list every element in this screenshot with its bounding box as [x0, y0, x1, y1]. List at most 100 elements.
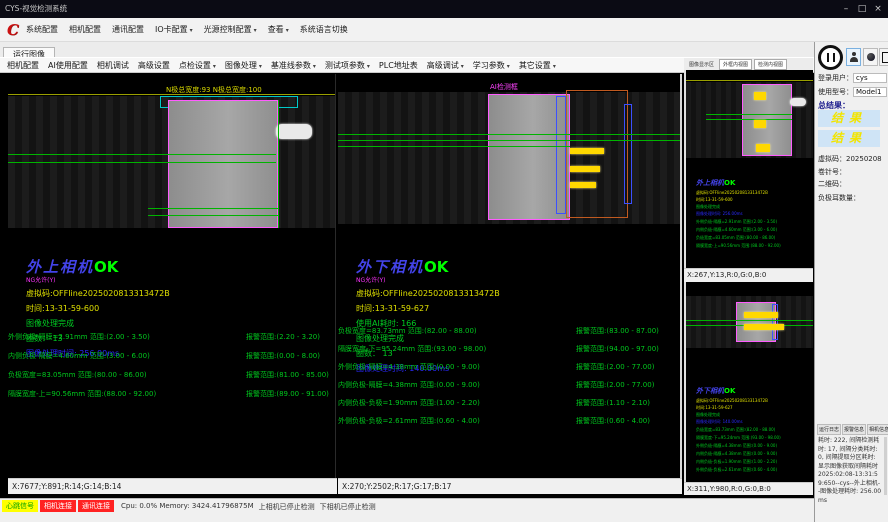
measure-line: [8, 162, 276, 163]
mini-tab-display-area[interactable]: 图像显示区: [686, 60, 717, 69]
measurement-list-upper: 外侧负极-隔膜=2.91mm 范围:(2.00 - 3.50) 报警范围:(2.…: [8, 332, 335, 408]
chevron-down-icon: ▾: [367, 63, 370, 70]
pause-button[interactable]: [818, 45, 843, 70]
pixel-readout-mini-lower: X:311,Y:980,R:0,G:0,B:0: [684, 482, 813, 495]
model-label: 使用型号：: [818, 88, 853, 96]
measurement-row: 内侧负极-负极=1.90mm 范围:(1.00 - 2.20) 报警范围:(1.…: [338, 398, 680, 416]
account-button[interactable]: [863, 48, 878, 66]
measurement-row: 内侧负极-隔膜=4.60mm 范围:(3.00 - 6.00) 报警范围:(0.…: [8, 351, 335, 370]
measurement-alarm-range: 报警范围:(0.00 - 8.00): [246, 351, 320, 361]
result-ok-badge: OK: [94, 258, 118, 276]
measure-line: [338, 146, 570, 147]
ai-detect-box: [566, 90, 628, 218]
mini-tab-outer-frame[interactable]: 外框内视图: [719, 59, 752, 70]
width-overlay-text: N极总宽度:93 N极总宽度:100: [166, 85, 262, 95]
tool-plc-address[interactable]: PLC地址表: [379, 60, 418, 71]
tool-baseline-params[interactable]: 基准线参数▾: [271, 60, 316, 71]
log-tab-run[interactable]: 运行日志: [817, 424, 841, 435]
virtual-code-row: 虚拟码：20250208: [818, 154, 882, 164]
highlight-label: [756, 144, 770, 152]
log-text: 耗时: 222, 间隔检测耗时: 17, 间隔分类耗时: 0, 间隔提取分区耗时…: [818, 437, 882, 505]
virtual-barcode: 虚拟码:OFFIine2025020813313472B: [26, 288, 326, 299]
virtual-barcode: 虚拟码:OFFIine2025020813313472B: [356, 288, 656, 299]
comm-connect-badge: 通讯连接: [78, 500, 114, 512]
part-connector: [790, 98, 806, 106]
measurement-row: 内侧负极-负极=1.90mm 范围:(1.00 - 2.20): [696, 459, 811, 465]
measurement-alarm-range: 报警范围:(2.00 - 77.00): [576, 380, 654, 390]
tool-other-settings[interactable]: 其它设置▾: [519, 60, 556, 71]
result-box-lower: 结果: [818, 130, 880, 147]
menu-comm-config[interactable]: 通讯配置: [112, 24, 144, 35]
person-icon: [852, 52, 856, 56]
camera-view-upper[interactable]: N极总宽度:93 N极总宽度:100 外上相机OK NG允许(Y) 虚拟码:OF…: [8, 74, 336, 478]
menu-view[interactable]: 查看▾: [268, 24, 289, 35]
tool-learning-params[interactable]: 学习参数▾: [473, 60, 510, 71]
menu-language-switch[interactable]: 系统语言切换: [300, 24, 348, 35]
inspected-part: [736, 302, 776, 342]
measurement-row: 负极宽度=83.73mm 范围:(82.00 - 88.00) 报警范围:(83…: [338, 326, 680, 344]
measurement-alarm-range: 报警范围:(89.00 - 91.00): [246, 389, 329, 399]
camera-image-lower[interactable]: AI检测框: [338, 82, 680, 234]
window-title: CYS-视觉检测系统: [5, 4, 67, 13]
camera-view-lower[interactable]: AI检测框 外下相机OK NG允许(Y) 虚拟码:OFFIine20250208…: [338, 74, 682, 478]
chevron-down-icon: ▾: [461, 63, 464, 70]
tool-test-params[interactable]: 测试项参数▾: [325, 60, 370, 71]
exit-button[interactable]: →: [879, 48, 888, 66]
highlight-label: [744, 324, 784, 330]
measure-line: [278, 100, 279, 228]
result-box-upper: 结果: [818, 110, 880, 127]
measure-line: [338, 134, 682, 135]
measurement-alarm-range: 报警范围:(1.10 - 2.10): [576, 398, 650, 408]
measure-line: [338, 140, 682, 141]
camera-name: 外下相机: [696, 386, 724, 395]
measure-line: [148, 208, 278, 209]
tool-camera-config[interactable]: 相机配置: [7, 60, 39, 71]
tool-advanced-debug[interactable]: 高级调试▾: [427, 60, 464, 71]
maximize-button[interactable]: □: [854, 0, 870, 18]
measurement-row: 外侧负极-负极=2.61mm 范围:(0.60 - 4.00) 报警范围:(0.…: [338, 416, 680, 434]
menu-light-config[interactable]: 光源控制配置▾: [204, 24, 257, 35]
log-scrollbar[interactable]: [884, 437, 887, 495]
menu-camera-config[interactable]: 相机配置: [69, 24, 101, 35]
measurement-row: 负极宽度=83.73mm 范围:(82.00 - 88.00): [696, 427, 811, 433]
measurement-value: 内侧负极-隔膜=4.60mm 范围:(3.00 - 6.00): [8, 351, 150, 361]
measurement-value: 负极宽度=83.73mm 范围:(82.00 - 88.00): [338, 326, 477, 336]
app-logo-icon: C: [4, 21, 22, 39]
login-user-value: cys: [853, 73, 887, 83]
edge-marker: [624, 104, 632, 204]
tool-camera-debug[interactable]: 相机调试: [97, 60, 129, 71]
close-button[interactable]: ×: [870, 0, 886, 18]
mini-result-info-upper: 外上相机OK 虚拟码:OFFIine2025020813313472B 时间:1…: [696, 170, 811, 249]
tool-image-process[interactable]: 图像处理▾: [225, 60, 262, 71]
measurement-alarm-range: 报警范围:(2.00 - 77.00): [576, 362, 654, 372]
measurement-row: 外侧负极-负极=2.61mm 范围:(0.60 - 4.00): [696, 467, 811, 473]
measurement-value: 外侧负极-隔膜=4.38mm 范围:(0.00 - 9.00): [338, 362, 480, 372]
measurement-value: 外侧负极-负极=2.61mm 范围:(0.60 - 4.00): [338, 416, 480, 426]
tab-strip: 运行图像: [0, 42, 814, 57]
measurement-value: 内侧负极-隔膜=4.38mm 范围:(0.00 - 9.00): [338, 380, 480, 390]
process-done-text: 图像处理完成: [696, 204, 811, 210]
mini-view-upper[interactable]: 外上相机OK 虚拟码:OFFIine2025020813313472B 时间:1…: [684, 70, 813, 268]
measurement-value: 负极宽度=83.05mm 范围:(80.00 - 86.00): [8, 370, 147, 380]
menu-system-config[interactable]: 系统配置: [26, 24, 58, 35]
login-user-button[interactable]: [846, 48, 861, 66]
menu-io-config[interactable]: IO卡配置▾: [155, 24, 193, 35]
tool-advanced-settings[interactable]: 高级设置: [138, 60, 170, 71]
camera-image-upper[interactable]: N极总宽度:93 N极总宽度:100: [8, 82, 335, 234]
edge-marker: [556, 96, 566, 214]
mini-view-lower[interactable]: 外下相机OK 虚拟码:OFFIine2025020813313472B 时间:1…: [684, 282, 813, 482]
measurement-alarm-range: 报警范围:(2.20 - 3.20): [246, 332, 320, 342]
menu-bar: C 系统配置 相机配置 通讯配置 IO卡配置▾ 光源控制配置▾ 查看▾ 系统语言…: [0, 18, 888, 42]
mini-tab-detect-frame[interactable]: 检测内视图: [754, 59, 787, 70]
tool-spot-check[interactable]: 点检设置▾: [179, 60, 216, 71]
tool-ai-config[interactable]: AI使用配置: [48, 60, 88, 71]
measurement-row: 负极宽度=83.05mm 范围:(80.00 - 86.00): [696, 235, 811, 241]
log-tabs: 运行日志 报警信息 相机信息: [817, 424, 888, 435]
log-tab-alarm[interactable]: 报警信息: [842, 424, 866, 435]
measure-line: [8, 154, 276, 155]
log-tab-camera[interactable]: 相机信息: [867, 424, 888, 435]
tab-count-label: 负极耳数量：: [818, 193, 860, 203]
chevron-down-icon: ▾: [259, 63, 262, 70]
part-connector: [276, 124, 312, 139]
minimize-button[interactable]: –: [838, 0, 854, 18]
